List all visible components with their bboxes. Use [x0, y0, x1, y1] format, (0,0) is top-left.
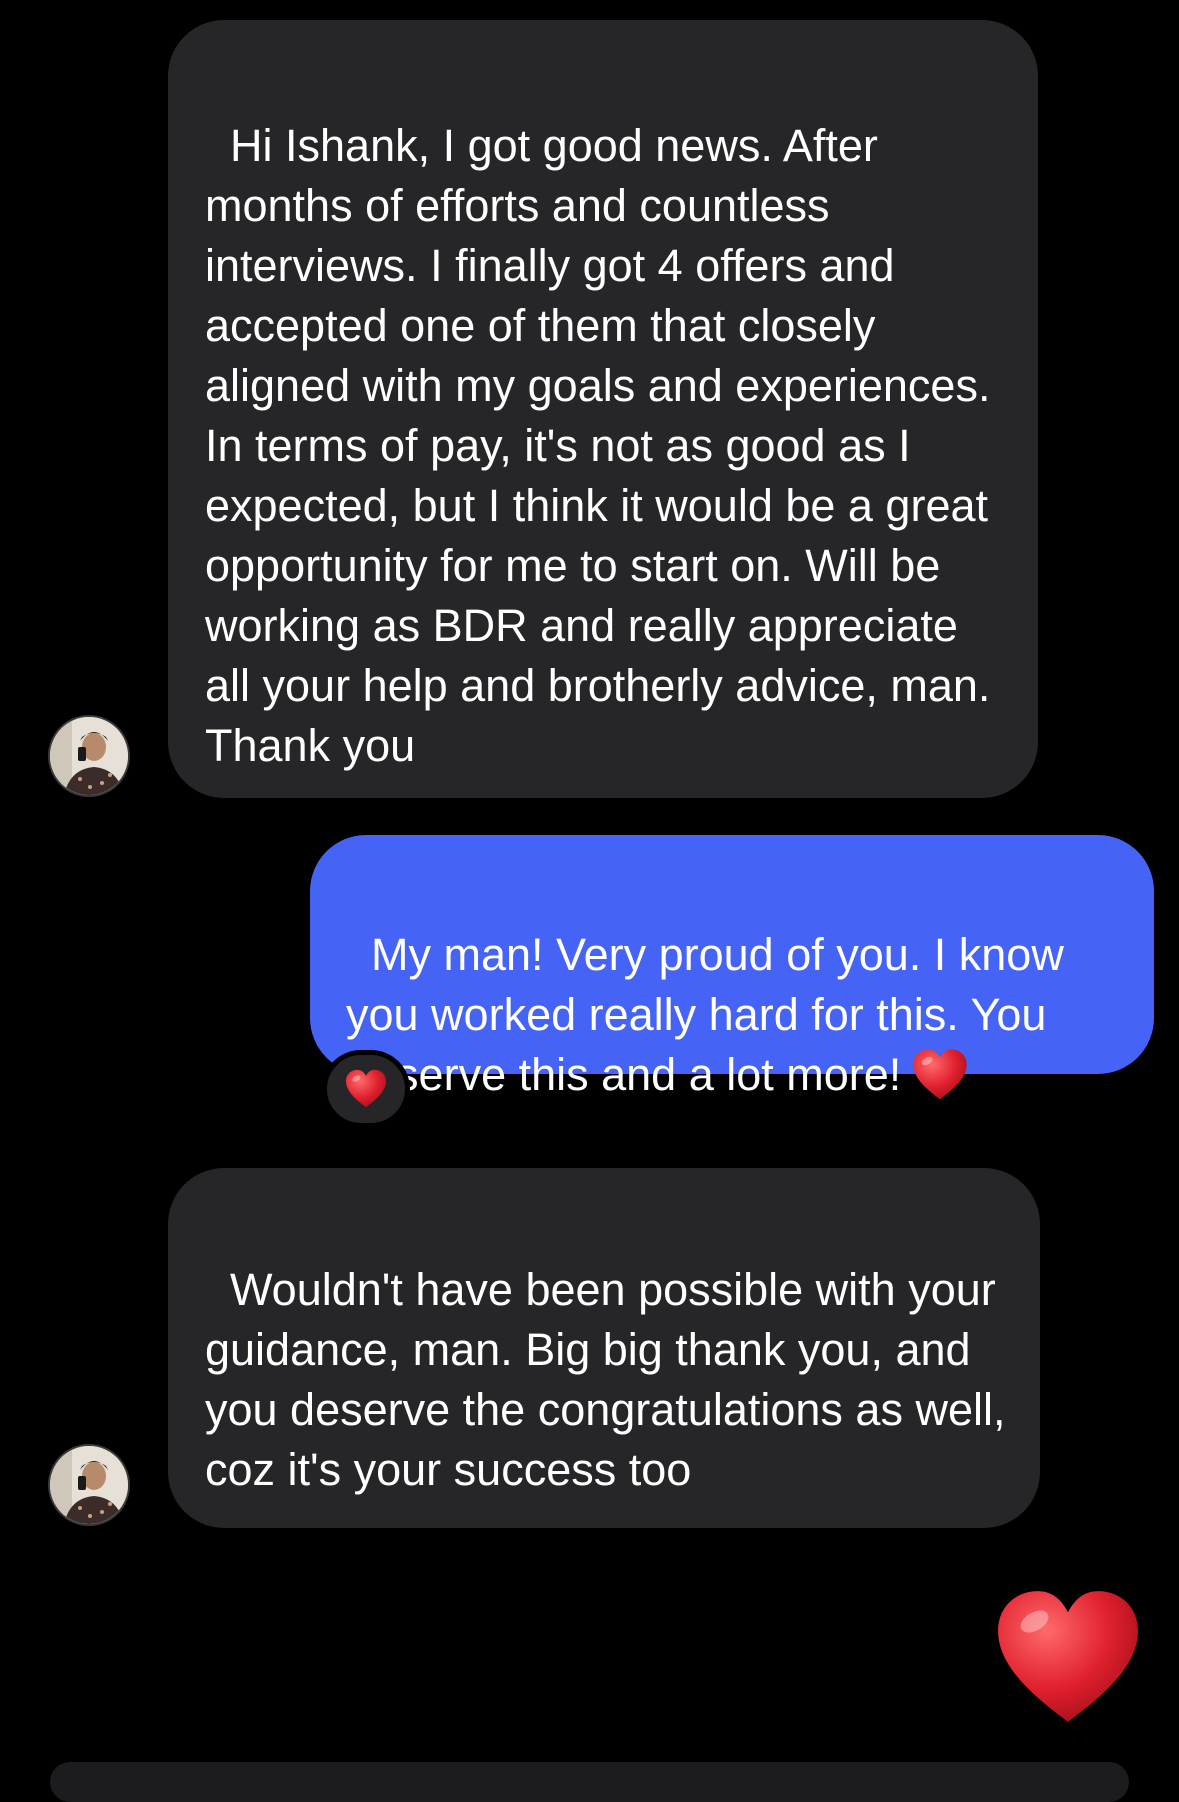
avatar-photo — [50, 717, 128, 795]
outgoing-message-bubble[interactable]: My man! Very proud of you. I know you wo… — [310, 835, 1154, 1100]
contact-avatar[interactable] — [48, 715, 130, 797]
incoming-message-bubble[interactable]: Hi Ishank, I got good news. After months… — [168, 20, 1038, 798]
contact-avatar[interactable] — [48, 1444, 130, 1526]
emoji-message[interactable] — [992, 1585, 1144, 1731]
message-text: Wouldn't have been possible with your gu… — [205, 1264, 1018, 1495]
message-reaction[interactable] — [322, 1050, 410, 1128]
message-text: Hi Ishank, I got good news. After months… — [205, 120, 1003, 771]
message-composer[interactable] — [50, 1762, 1129, 1802]
heart-icon — [998, 1591, 1138, 1722]
heart-icon — [911, 1048, 969, 1102]
incoming-message-bubble[interactable]: Wouldn't have been possible with your gu… — [168, 1168, 1040, 1528]
avatar-photo — [50, 1446, 128, 1524]
heart-icon — [346, 1069, 386, 1108]
